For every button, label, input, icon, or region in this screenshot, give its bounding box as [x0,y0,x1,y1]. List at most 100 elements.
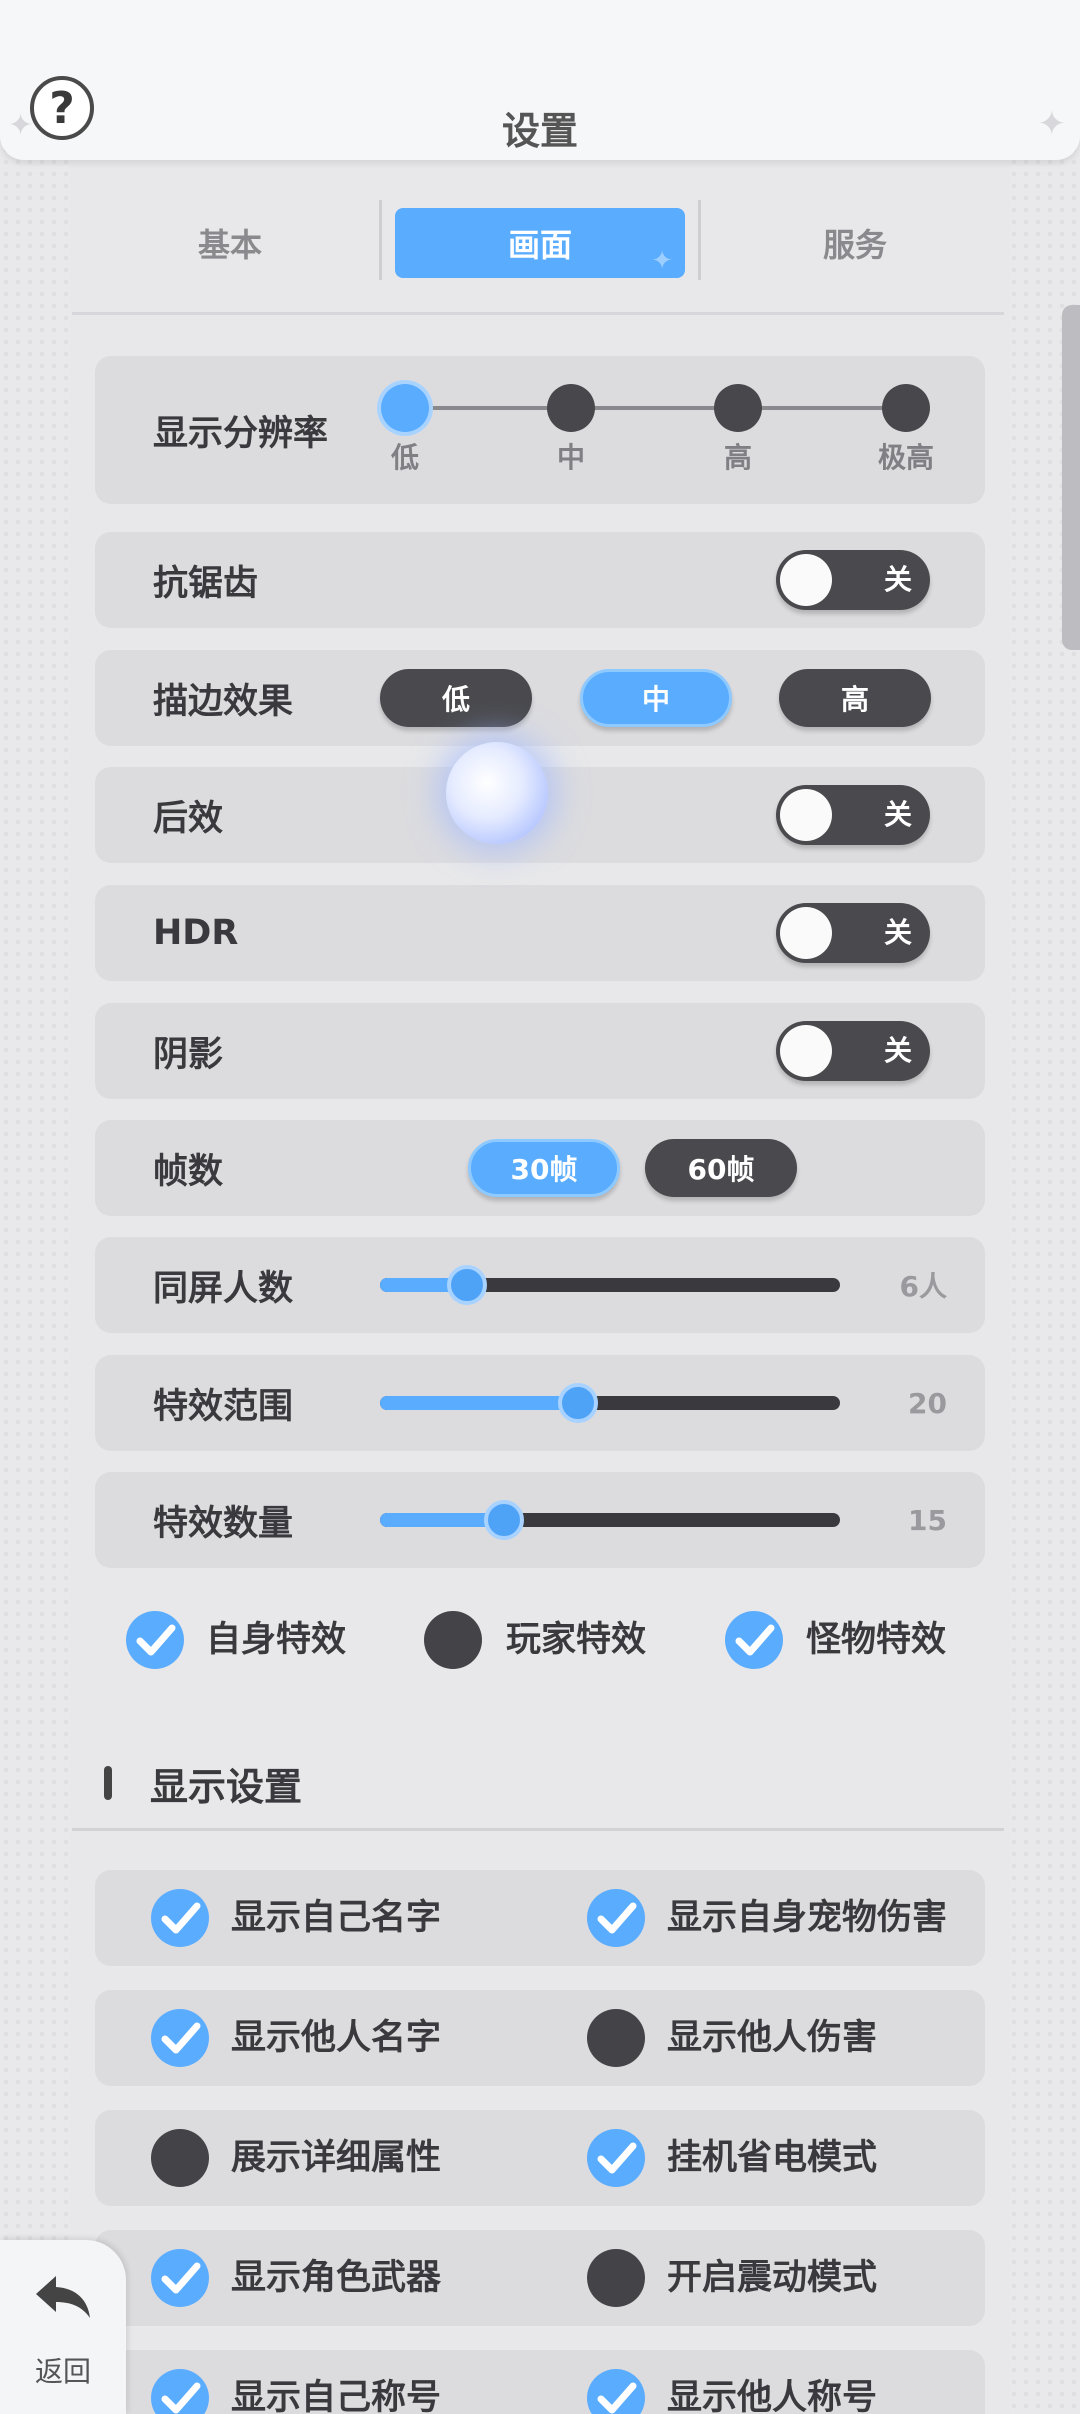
outline-option-medium[interactable]: 中 [580,669,732,727]
resolution-option-ultra[interactable] [882,384,930,432]
resolution-label-low: 低 [390,441,419,474]
post-effect-label: 后效 [153,798,224,839]
toggle-knob [780,1025,832,1077]
power-saving-mode-label: 挂机省电模式 [667,2138,878,2178]
display-row-4: 显示角色武器 开启震动模式 [95,2230,985,2326]
toggle-knob [780,554,832,606]
tab-divider [379,200,382,280]
framerate-row: 帧数 30帧 60帧 [95,1120,985,1216]
anti-alias-label: 抗锯齿 [153,563,259,604]
check-icon [735,1624,775,1656]
toggle-knob [780,789,832,841]
effect-range-row: 特效范围 20 [95,1355,985,1451]
check-icon [161,2022,201,2054]
show-pet-damage-checkbox[interactable] [587,1889,645,1947]
post-effect-toggle[interactable]: 关 [776,785,930,845]
toggle-state: 关 [883,563,912,596]
sparkle-icon: ✦ [651,246,673,276]
effect-range-label: 特效范围 [153,1386,294,1427]
show-detailed-stats-checkbox[interactable] [151,2129,209,2187]
outline-option-low[interactable]: 低 [380,669,532,727]
check-icon [161,1902,201,1934]
tabs-divider [72,312,1004,315]
page-title: 设置 [501,109,578,153]
effect-count-slider[interactable] [380,1513,840,1527]
effect-range-slider[interactable] [380,1396,840,1410]
resolution-row: 显示分辨率 低 中 高 极高 [95,356,985,504]
hdr-toggle[interactable]: 关 [776,903,930,963]
monster-effect-checkbox[interactable] [725,1611,783,1669]
check-icon [136,1624,176,1656]
hdr-row: HDR 关 [95,885,985,981]
resolution-option-high[interactable] [714,384,762,432]
back-button[interactable]: 返回 [0,2240,126,2414]
tab-graphics[interactable]: 画面 ✦ [395,208,685,278]
framerate-option-60[interactable]: 60帧 [645,1139,797,1197]
resolution-option-medium[interactable] [547,384,595,432]
show-others-damage-checkbox[interactable] [587,2009,645,2067]
check-icon [161,2262,201,2294]
toggle-knob [780,907,832,959]
self-effect-label: 自身特效 [206,1620,347,1660]
tab-graphics-label: 画面 [507,226,572,264]
outline-option-high[interactable]: 高 [779,669,931,727]
resolution-option-low[interactable] [381,384,429,432]
vibration-mode-checkbox[interactable] [587,2249,645,2307]
outline-label: 描边效果 [153,681,294,722]
display-row-3: 展示详细属性 挂机省电模式 [95,2110,985,2206]
show-own-name-label: 显示自己名字 [231,1898,442,1938]
effect-count-value: 15 [908,1503,947,1537]
effect-count-label: 特效数量 [153,1503,294,1544]
resolution-label-high: 高 [723,441,752,474]
monster-effect-label: 怪物特效 [806,1620,947,1660]
check-icon [161,2382,201,2414]
shadow-toggle[interactable]: 关 [776,1021,930,1081]
show-own-title-checkbox[interactable] [151,2369,209,2414]
toggle-state: 关 [883,916,912,949]
framerate-option-30[interactable]: 30帧 [468,1139,620,1197]
slider-fill [380,1396,578,1410]
back-arrow-icon [36,2276,90,2318]
check-icon [597,2142,637,2174]
show-detailed-stats-label: 展示详细属性 [231,2138,442,2178]
display-settings-title: 显示设置 [150,1765,303,1809]
effect-range-value: 20 [908,1386,947,1420]
tab-basic[interactable]: 基本 [85,208,375,278]
tab-divider [698,200,701,280]
resolution-label: 显示分辨率 [153,413,329,454]
same-screen-row: 同屏人数 6人 [95,1237,985,1333]
header: ✦ ? 设置 ✦ [0,0,1080,160]
effect-checkboxes: 自身特效 玩家特效 怪物特效 [0,1611,1080,1671]
anti-alias-toggle[interactable]: 关 [776,550,930,610]
show-weapon-checkbox[interactable] [151,2249,209,2307]
effect-count-slider-thumb[interactable] [484,1500,525,1540]
back-label: 返回 [34,2355,91,2388]
check-icon [597,1902,637,1934]
show-own-name-checkbox[interactable] [151,1889,209,1947]
power-saving-mode-checkbox[interactable] [587,2129,645,2187]
player-effect-label: 玩家特效 [506,1620,647,1660]
same-screen-slider-thumb[interactable] [447,1265,488,1305]
anti-alias-row: 抗锯齿 关 [95,532,985,628]
show-others-damage-label: 显示他人伤害 [667,2018,878,2058]
section-divider [72,1828,1004,1831]
show-others-name-label: 显示他人名字 [231,2018,442,2058]
show-others-name-checkbox[interactable] [151,2009,209,2067]
hdr-label: HDR [153,913,239,953]
self-effect-checkbox[interactable] [126,1611,184,1669]
show-own-title-label: 显示自己称号 [231,2378,442,2414]
scrollbar[interactable] [1062,305,1080,650]
same-screen-label: 同屏人数 [153,1268,294,1309]
floating-orb[interactable] [446,742,548,844]
check-icon [597,2382,637,2414]
effect-range-slider-thumb[interactable] [557,1383,598,1423]
resolution-label-medium: 中 [556,441,585,474]
display-row-5: 显示自己称号 显示他人称号 [95,2350,985,2414]
shadow-label: 阴影 [153,1034,224,1075]
toggle-state: 关 [883,1034,912,1067]
player-effect-checkbox[interactable] [424,1611,482,1669]
resolution-track [405,406,925,410]
show-others-title-checkbox[interactable] [587,2369,645,2414]
show-weapon-label: 显示角色武器 [231,2258,442,2298]
tab-service[interactable]: 服务 [710,208,1000,278]
